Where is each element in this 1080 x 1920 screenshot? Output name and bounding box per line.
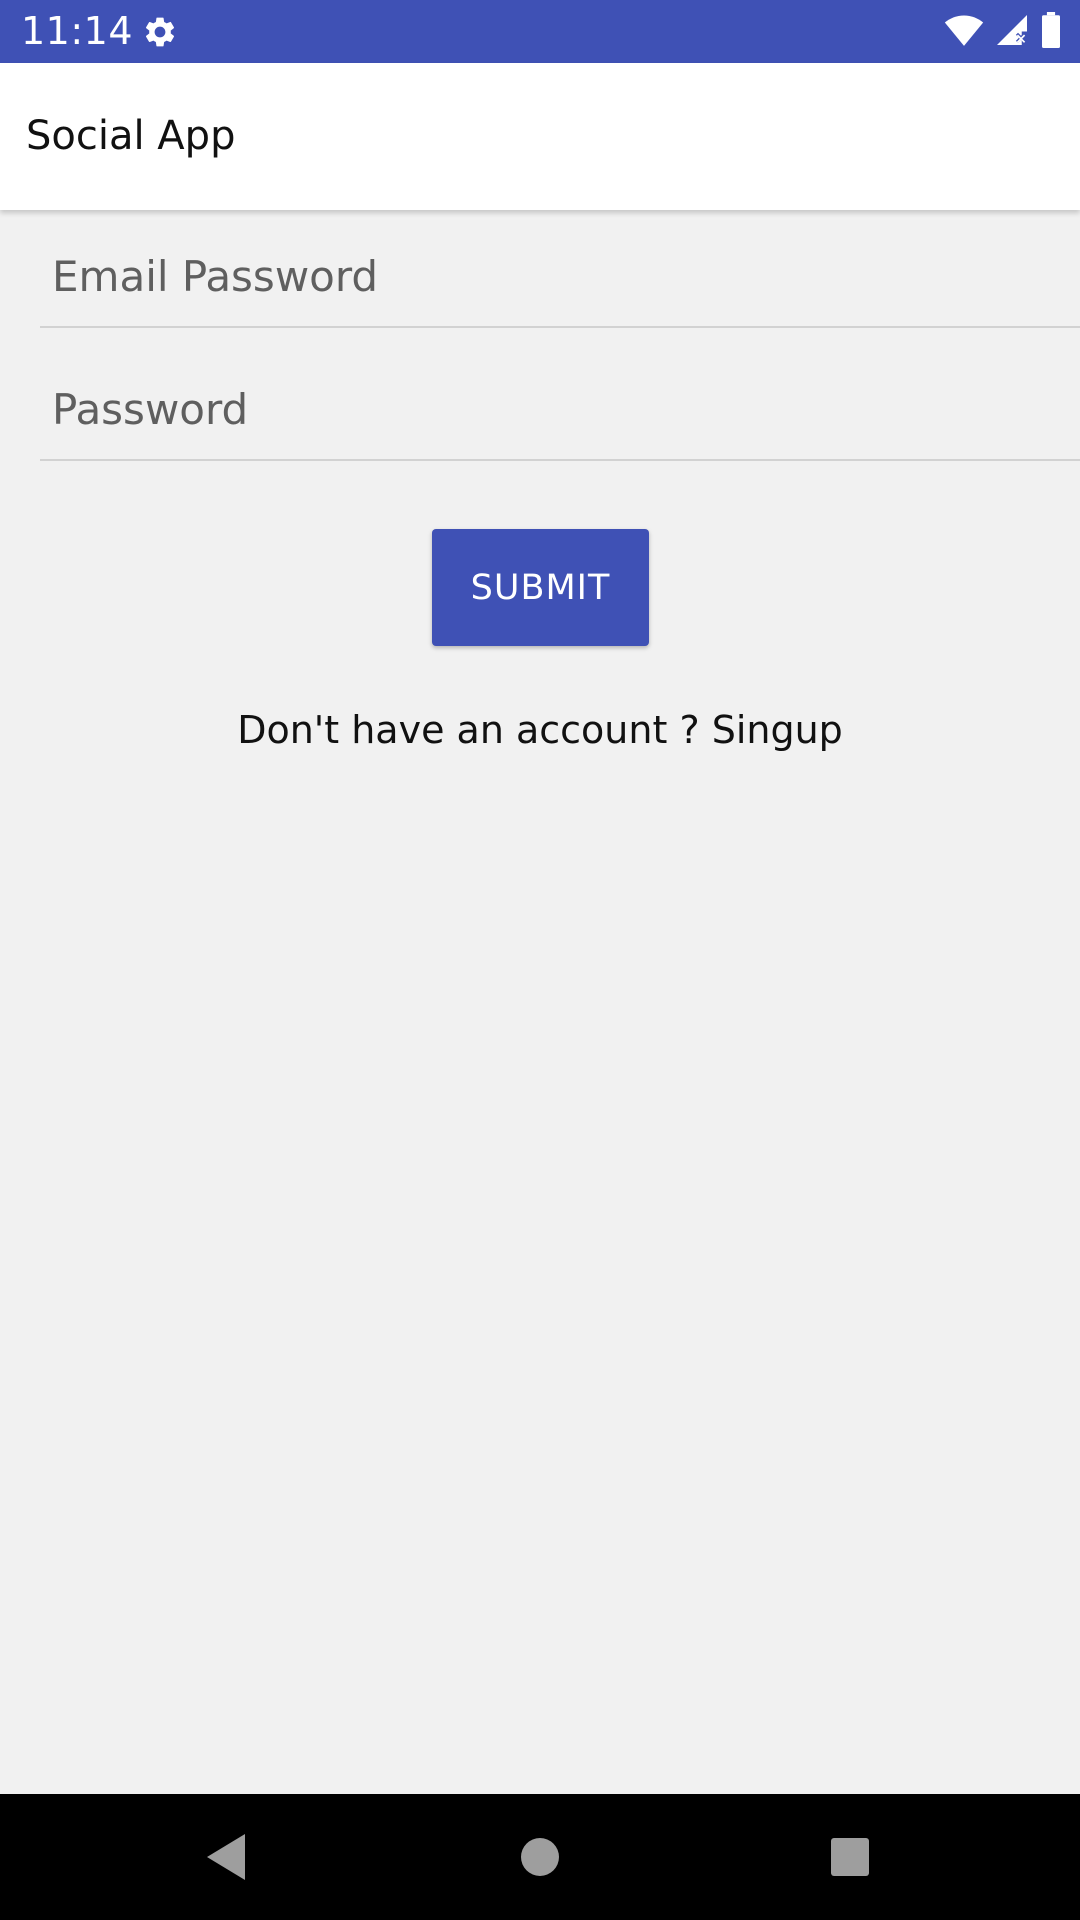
signup-link[interactable]: Don't have an account ? Singup (0, 700, 1080, 760)
email-field-container (40, 226, 1080, 328)
login-screen: 11:14 Social App Email Password SUBMIT D… (0, 0, 1080, 1920)
battery-icon (1040, 12, 1062, 52)
signal-icon (994, 12, 1030, 52)
recents-icon[interactable] (817, 1824, 883, 1890)
home-icon[interactable] (507, 1824, 573, 1890)
gear-icon (142, 14, 178, 50)
status-icons (944, 12, 1062, 52)
back-icon[interactable] (193, 1824, 259, 1890)
status-time: 11:14 (21, 9, 134, 53)
password-field-container (40, 359, 1080, 461)
submit-button[interactable]: SUBMIT (432, 529, 649, 646)
email-field[interactable] (52, 226, 1052, 326)
app-title: Social App (26, 113, 236, 159)
app-bar: Social App (0, 63, 1080, 210)
wifi-icon (944, 13, 984, 51)
password-field[interactable] (52, 359, 1052, 459)
status-bar: 11:14 (0, 0, 1080, 63)
navigation-bar (0, 1794, 1080, 1920)
